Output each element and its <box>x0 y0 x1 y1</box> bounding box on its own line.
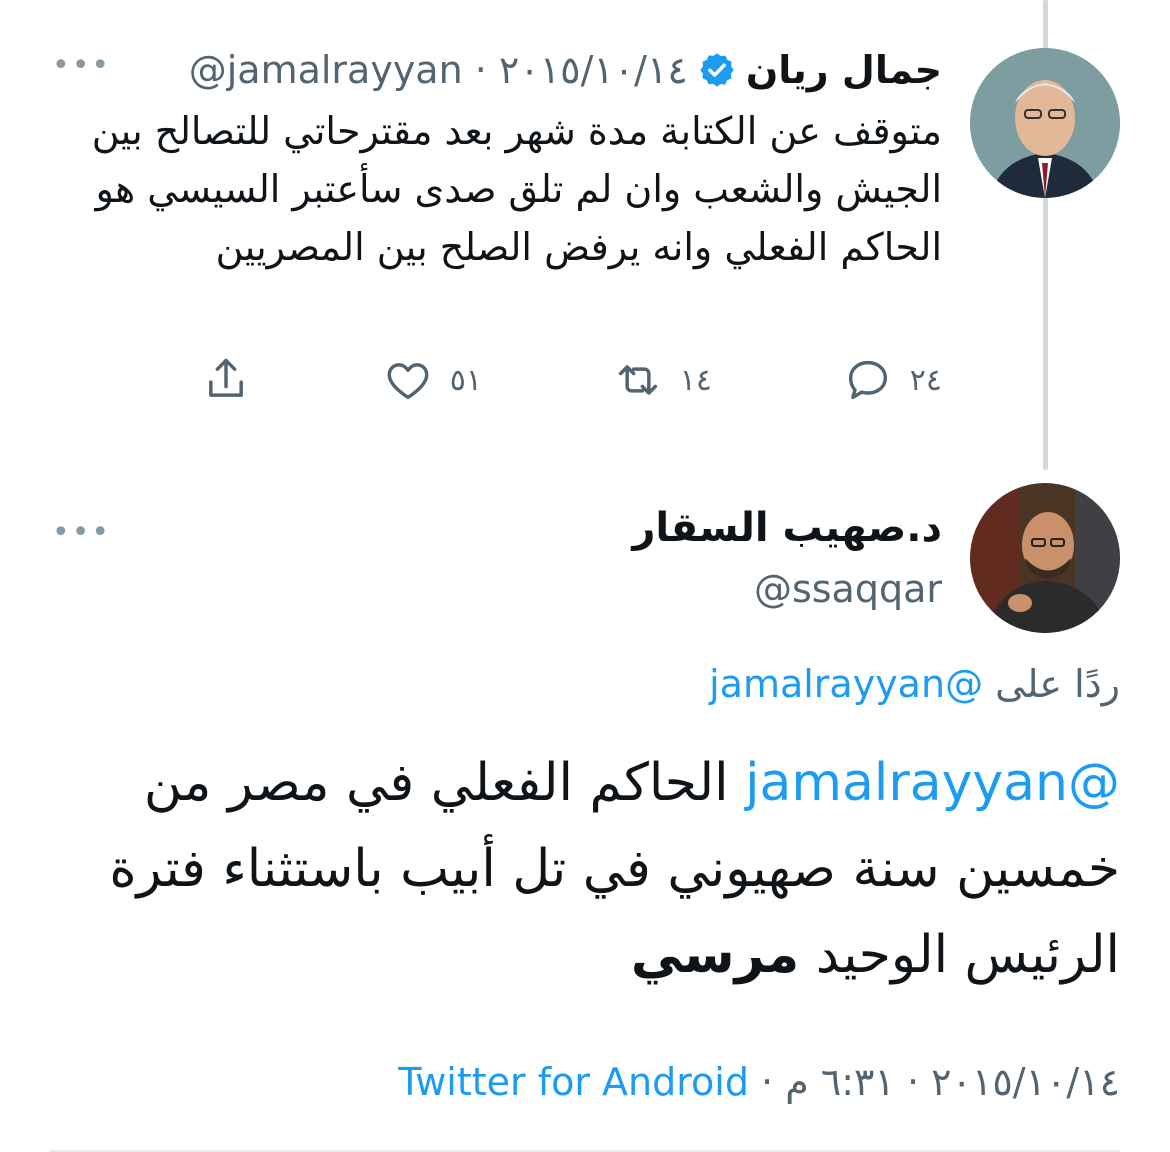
tweet-meta: ٢٠١٥/١٠/١٤ · ٦:٣١ م · Twitter for Androi… <box>398 1060 1120 1104</box>
replying-to: ردًا على @jamalrayyan <box>709 662 1120 706</box>
reply-action[interactable]: ٢٤ <box>842 348 942 412</box>
like-icon <box>387 363 429 400</box>
reply-count: ٢٤ <box>909 362 942 398</box>
tweet1-header: جمال ريان @jamalrayyan · ٢٠١٥/١٠/١٤ <box>142 40 942 100</box>
author-name[interactable]: د.صهيب السقار <box>632 505 942 551</box>
tweet2-text: @jamalrayyan الحاكم الفعلي في مصر من خمس… <box>40 740 1120 998</box>
verified-badge-icon <box>700 53 734 87</box>
share-action[interactable] <box>200 348 252 412</box>
retweet-icon <box>618 365 657 395</box>
replying-to-label: ردًا على <box>995 662 1120 706</box>
author-name[interactable]: جمال ريان <box>746 48 942 92</box>
tweet1-actions: ٢٤ ١٤ ٥١ <box>182 348 942 412</box>
share-icon <box>209 358 243 397</box>
text-mention-link[interactable]: @jamalrayyan <box>745 753 1120 813</box>
author-handle[interactable]: @ssaqqar <box>754 567 942 611</box>
retweet-action[interactable]: ١٤ <box>612 348 712 412</box>
tweet-date-time: ٢٠١٥/١٠/١٤ · ٦:٣١ م · <box>748 1060 1120 1104</box>
tweet-source-link[interactable]: Twitter for Android <box>398 1060 749 1104</box>
like-count: ٥١ <box>449 362 482 398</box>
avatar-jamal-rayyan[interactable] <box>970 48 1120 198</box>
tweet1-text: متوقف عن الكتابة مدة شهر بعد مقترحاتي لل… <box>91 109 942 269</box>
more-options-icon[interactable]: ••• <box>52 515 111 550</box>
handle-and-date[interactable]: @jamalrayyan · ٢٠١٥/١٠/١٤ <box>189 48 688 92</box>
avatar-ssaqqar[interactable] <box>970 483 1120 633</box>
replying-to-mention[interactable]: @jamalrayyan <box>709 662 983 706</box>
more-options-icon[interactable]: ••• <box>52 48 111 83</box>
tweet-bold-word: مرسي <box>630 925 800 985</box>
like-action[interactable]: ٥١ <box>382 348 482 412</box>
reply-icon <box>848 360 887 400</box>
retweet-count: ١٤ <box>679 362 712 398</box>
